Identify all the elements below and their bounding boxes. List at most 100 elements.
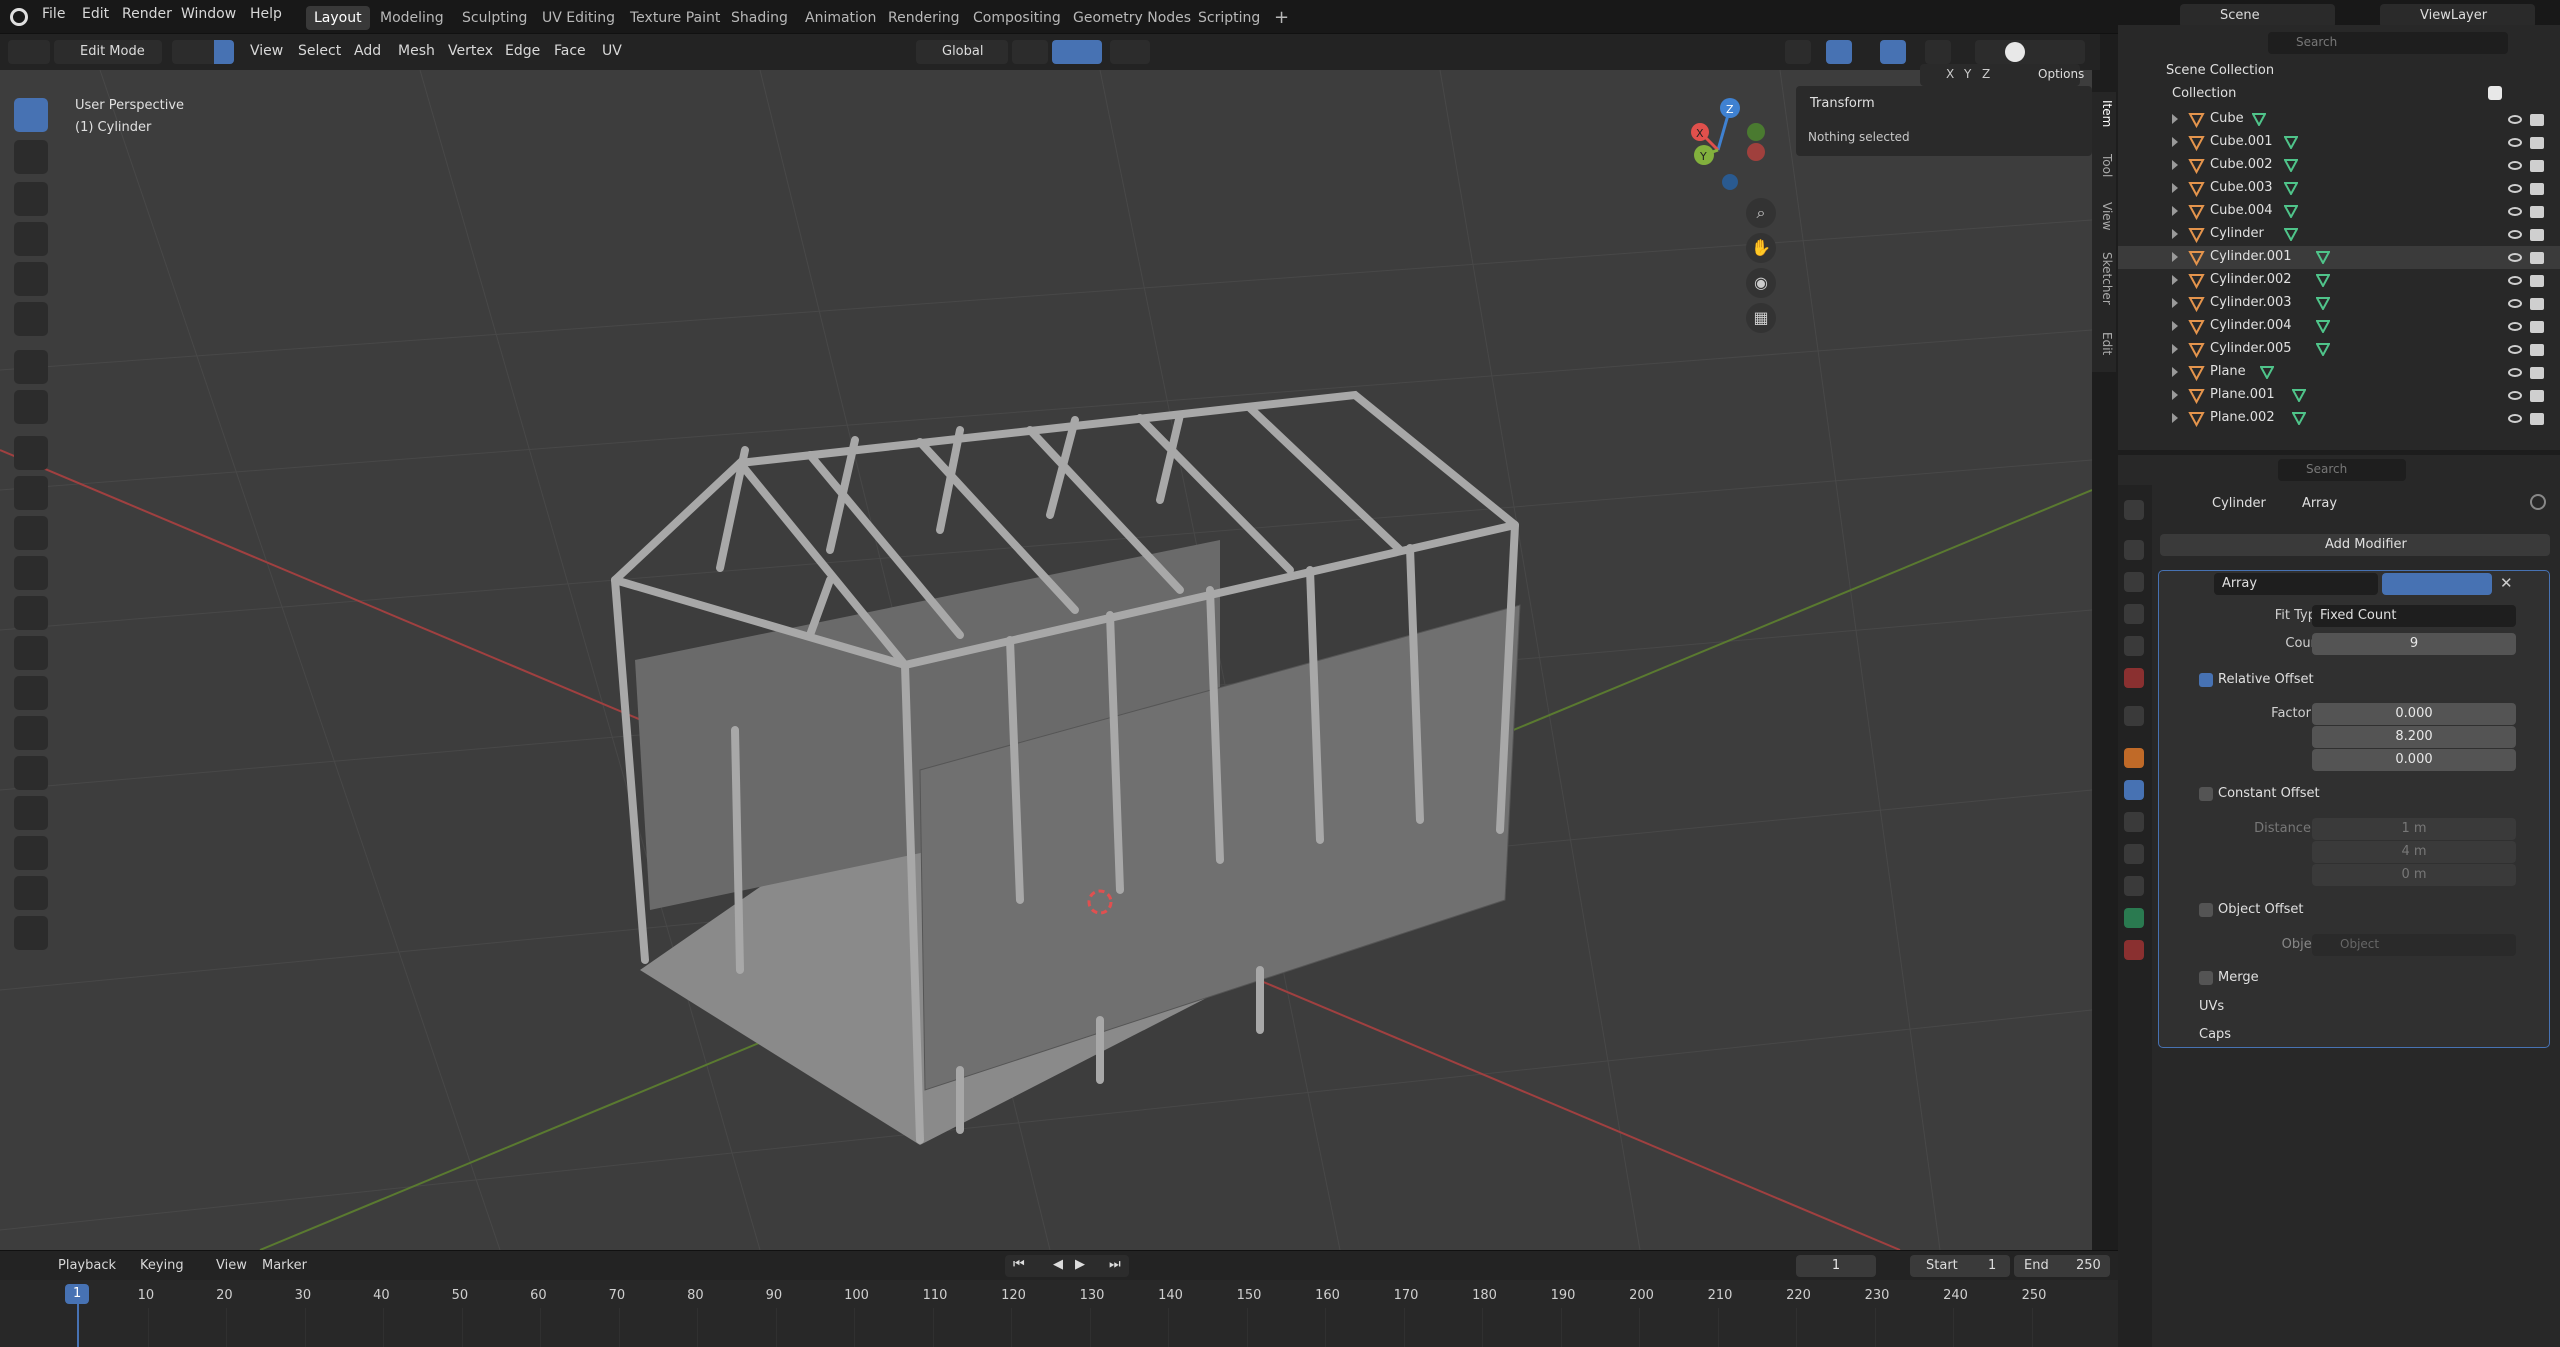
- tab-modeling[interactable]: Modeling: [372, 6, 452, 30]
- shrink-fatten-tool[interactable]: [14, 836, 48, 870]
- scale-tool[interactable]: [14, 262, 48, 296]
- menu-timeline-view[interactable]: View: [216, 1258, 247, 1273]
- tab-sculpting[interactable]: Sculpting: [454, 6, 535, 30]
- modifier-name-field[interactable]: Array: [2214, 573, 2378, 595]
- visibility-eye-icon[interactable]: [2508, 322, 2522, 331]
- gizmo-neg-x-axis[interactable]: [1747, 143, 1765, 161]
- visibility-eye-icon[interactable]: [2508, 184, 2522, 193]
- outliner-item-name[interactable]: Cylinder.003: [2210, 295, 2292, 310]
- solid-shading-icon[interactable]: [2005, 42, 2025, 62]
- expand-arrow-icon[interactable]: [2172, 229, 2178, 239]
- relative-y-field[interactable]: 8.200: [2312, 726, 2516, 748]
- relative-offset-checkbox[interactable]: [2199, 673, 2213, 687]
- render-camera-icon[interactable]: [2530, 206, 2544, 218]
- expand-arrow-icon[interactable]: [2172, 160, 2178, 170]
- properties-search-input[interactable]: Search: [2278, 459, 2406, 481]
- knife-tool[interactable]: [14, 636, 48, 670]
- constant-y-field[interactable]: 4 m: [2312, 841, 2516, 863]
- relative-z-field[interactable]: 0.000: [2312, 749, 2516, 771]
- caps-section[interactable]: Caps: [2199, 1027, 2231, 1042]
- outliner-row[interactable]: Plane.001: [2118, 384, 2560, 407]
- orientation-dropdown[interactable]: Global: [916, 40, 1008, 64]
- menu-help[interactable]: Help: [250, 6, 282, 22]
- visibility-eye-icon[interactable]: [2508, 207, 2522, 216]
- outliner-row[interactable]: Cylinder.003: [2118, 292, 2560, 315]
- menu-edge[interactable]: Edge: [505, 43, 540, 59]
- outliner-row[interactable]: Cube.003: [2118, 177, 2560, 200]
- outliner-item-name[interactable]: Cylinder.001: [2210, 249, 2292, 264]
- tab-uv-editing[interactable]: UV Editing: [534, 6, 623, 30]
- expand-arrow-icon[interactable]: [2172, 252, 2178, 262]
- timeline-body[interactable]: 1102030405060708090100110120130140150160…: [0, 1280, 2118, 1347]
- axis-x-label[interactable]: X: [1946, 67, 1954, 81]
- outliner-search-input[interactable]: Search: [2268, 32, 2508, 54]
- axis-lock-buttons[interactable]: X Y Z Options: [1920, 64, 2084, 86]
- cursor-tool[interactable]: [14, 140, 48, 174]
- object-offset-checkbox[interactable]: [2199, 903, 2213, 917]
- material-properties-tab[interactable]: [2124, 940, 2144, 960]
- mesh-data-icon[interactable]: [2284, 158, 2298, 172]
- data-properties-tab[interactable]: [2124, 908, 2144, 928]
- tab-compositing[interactable]: Compositing: [965, 6, 1069, 30]
- mesh-data-icon[interactable]: [2252, 112, 2266, 126]
- xray-icon[interactable]: [1925, 40, 1951, 64]
- menu-mesh[interactable]: Mesh: [398, 43, 435, 59]
- visibility-eye-icon[interactable]: [2508, 253, 2522, 262]
- outliner-item-name[interactable]: Cylinder.005: [2210, 341, 2292, 356]
- shading-mode-buttons[interactable]: [1975, 40, 2085, 64]
- mesh-data-icon[interactable]: [2316, 273, 2330, 287]
- menu-view[interactable]: View: [250, 43, 283, 59]
- view-layer-properties-tab[interactable]: [2124, 604, 2144, 624]
- face-select-mode[interactable]: [214, 40, 234, 64]
- merge-checkbox[interactable]: [2199, 971, 2213, 985]
- loop-cut-tool[interactable]: [14, 596, 48, 630]
- visibility-eye-icon[interactable]: [2508, 391, 2522, 400]
- outliner-item-name[interactable]: Cube.003: [2210, 180, 2273, 195]
- count-field[interactable]: 9: [2312, 633, 2516, 655]
- outliner-item-name[interactable]: Plane: [2210, 364, 2246, 379]
- mesh-data-icon[interactable]: [2316, 296, 2330, 310]
- mesh-data-icon[interactable]: [2260, 365, 2274, 379]
- outliner-row[interactable]: Cylinder.001: [2118, 246, 2560, 269]
- tab-scripting[interactable]: Scripting: [1190, 6, 1268, 30]
- object-field[interactable]: Object: [2312, 934, 2516, 956]
- pivot-dropdown[interactable]: [1012, 40, 1048, 64]
- sidebar-tab-item[interactable]: Item: [2094, 100, 2114, 127]
- shear-tool[interactable]: [14, 876, 48, 910]
- proportional-edit-toggle[interactable]: [1110, 40, 1150, 64]
- 3d-viewport[interactable]: Z X Y User Perspective (1) Cylinder ⌕ ✋ …: [0, 70, 2092, 1250]
- menu-playback[interactable]: Playback: [58, 1258, 116, 1273]
- expand-arrow-icon[interactable]: [2172, 344, 2178, 354]
- constant-z-field[interactable]: 0 m: [2312, 864, 2516, 886]
- uvs-section[interactable]: UVs: [2199, 999, 2224, 1014]
- options-dropdown[interactable]: Options: [2038, 67, 2084, 81]
- expand-arrow-icon[interactable]: [2172, 137, 2178, 147]
- outliner-row[interactable]: Cylinder.005: [2118, 338, 2560, 361]
- add-modifier-button[interactable]: Add Modifier: [2160, 534, 2550, 556]
- extrude-region-tool[interactable]: [14, 476, 48, 510]
- world-properties-tab[interactable]: [2124, 668, 2144, 688]
- menu-select[interactable]: Select: [298, 43, 341, 59]
- visibility-eye-icon[interactable]: [2508, 276, 2522, 285]
- select-mode-buttons[interactable]: [172, 40, 234, 64]
- transform-panel-title[interactable]: Transform: [1810, 96, 1875, 111]
- render-camera-icon[interactable]: [2530, 298, 2544, 310]
- mesh-data-icon[interactable]: [2284, 135, 2298, 149]
- gizmo-neg-y-axis[interactable]: [1747, 123, 1765, 141]
- render-camera-icon[interactable]: [2530, 137, 2544, 149]
- pin-icon[interactable]: [2530, 494, 2546, 510]
- mesh-data-icon[interactable]: [2316, 250, 2330, 264]
- menu-face[interactable]: Face: [554, 43, 586, 59]
- render-camera-icon[interactable]: [2530, 413, 2544, 425]
- mesh-data-icon[interactable]: [2284, 227, 2298, 241]
- bevel-tool[interactable]: [14, 556, 48, 590]
- outliner-row[interactable]: Cylinder: [2118, 223, 2560, 246]
- visibility-eye-icon[interactable]: [2508, 368, 2522, 377]
- visibility-eye-icon[interactable]: [2508, 230, 2522, 239]
- constraints-properties-tab[interactable]: [2124, 876, 2144, 896]
- pan-hand-icon[interactable]: ✋: [1746, 233, 1776, 263]
- outliner-row[interactable]: Plane: [2118, 361, 2560, 384]
- select-box-tool[interactable]: [14, 98, 48, 132]
- render-camera-icon[interactable]: [2530, 229, 2544, 241]
- render-camera-icon[interactable]: [2530, 275, 2544, 287]
